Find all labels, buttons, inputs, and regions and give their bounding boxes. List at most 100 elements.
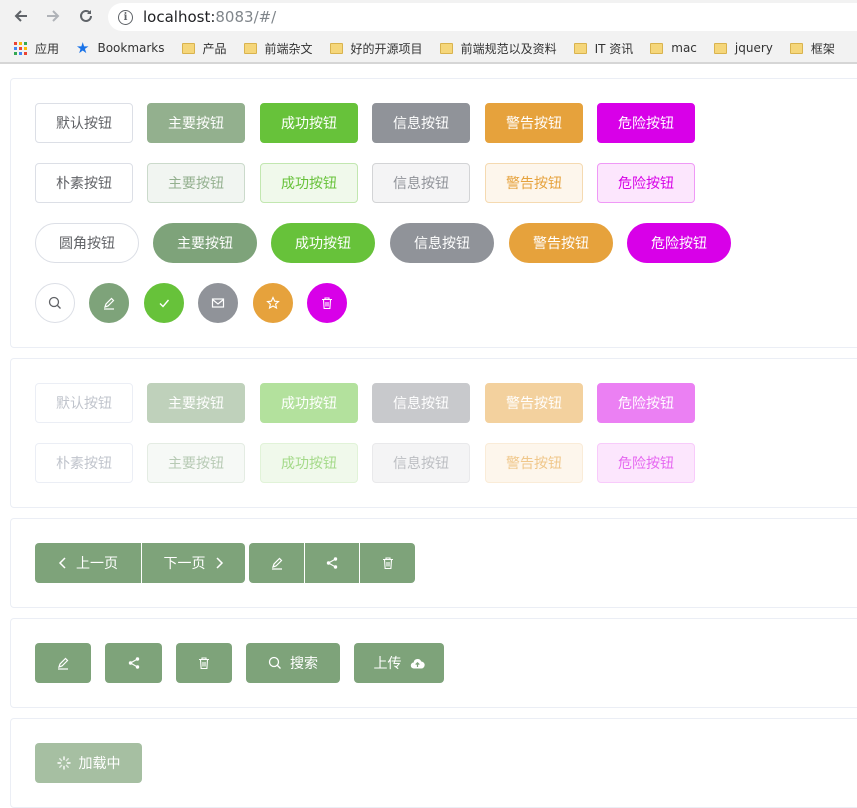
- warning-button[interactable]: 警告按钮: [485, 103, 583, 143]
- round-success-button[interactable]: 成功按钮: [271, 223, 375, 263]
- primary-button[interactable]: 主要按钮: [147, 103, 245, 143]
- info-icon[interactable]: i: [118, 9, 133, 25]
- plain-button[interactable]: 朴素按钮: [35, 163, 133, 203]
- loading-button: 加载中: [35, 743, 142, 783]
- disabled-primary-button: 主要按钮: [147, 383, 245, 423]
- share-icon: [326, 557, 338, 569]
- search-icon: [268, 656, 281, 669]
- bookmark-folder[interactable]: jquery: [713, 41, 773, 55]
- plain-success-button[interactable]: 成功按钮: [260, 163, 358, 203]
- search-button[interactable]: 搜索: [246, 643, 340, 683]
- plain-info-button[interactable]: 信息按钮: [372, 163, 470, 203]
- folder-icon: [181, 42, 195, 54]
- icon-buttons-card: 搜索 上传: [10, 618, 857, 708]
- forward-button[interactable]: [40, 4, 66, 28]
- round-primary-button[interactable]: 主要按钮: [153, 223, 257, 263]
- disabled-plain-primary-button: 主要按钮: [147, 443, 245, 483]
- share-icon: [128, 657, 139, 669]
- round-button[interactable]: 圆角按钮: [35, 223, 139, 263]
- bookmark-label: Bookmarks: [97, 41, 165, 55]
- back-button[interactable]: [8, 4, 34, 28]
- delete-icon: [322, 297, 332, 310]
- edit-icon: [58, 657, 69, 670]
- prev-page-label: 上一页: [76, 556, 118, 572]
- loading-spinner-icon: [56, 756, 71, 770]
- circle-delete-button[interactable]: [307, 283, 347, 323]
- upload-button[interactable]: 上传: [354, 643, 444, 683]
- upload-button-label: 上传: [373, 656, 402, 672]
- edit-button[interactable]: [35, 643, 91, 683]
- check-icon: [159, 299, 170, 308]
- disabled-success-button: 成功按钮: [260, 383, 358, 423]
- circle-check-button[interactable]: [144, 283, 184, 323]
- reload-icon: [80, 9, 92, 22]
- loading-button-card: 加载中: [10, 718, 857, 808]
- circle-message-button[interactable]: [198, 283, 238, 323]
- search-button-label: 搜索: [290, 656, 318, 672]
- info-button[interactable]: 信息按钮: [372, 103, 470, 143]
- circle-search-button[interactable]: [35, 283, 75, 323]
- forward-arrow-icon: [47, 10, 60, 22]
- bookmark-label: mac: [671, 41, 697, 55]
- default-button[interactable]: 默认按钮: [35, 103, 133, 143]
- plain-primary-button[interactable]: 主要按钮: [147, 163, 245, 203]
- bookmark-folder[interactable]: 前端杂文: [243, 40, 313, 57]
- bookmark-label: IT 资讯: [594, 41, 634, 56]
- round-warning-button[interactable]: 警告按钮: [509, 223, 613, 263]
- bookmark-label: 框架: [810, 41, 835, 56]
- folder-icon: [439, 42, 453, 54]
- group-delete-button[interactable]: [360, 543, 415, 583]
- bookmark-label: 前端规范以及资料: [460, 41, 557, 56]
- message-icon: [211, 298, 225, 308]
- round-info-button[interactable]: 信息按钮: [390, 223, 494, 263]
- folder-icon: [329, 42, 343, 54]
- next-page-button[interactable]: 下一页: [142, 543, 245, 583]
- bookmark-label: 应用: [35, 41, 60, 56]
- reload-button[interactable]: [73, 4, 99, 28]
- action-group: [249, 543, 415, 583]
- disabled-danger-button: 危险按钮: [597, 383, 695, 423]
- delete-button[interactable]: [176, 643, 232, 683]
- bookmark-label: 前端杂文: [264, 41, 313, 56]
- back-arrow-icon: [14, 10, 27, 22]
- circle-star-button[interactable]: [253, 283, 293, 323]
- prev-page-button[interactable]: 上一页: [35, 543, 141, 583]
- danger-button[interactable]: 危险按钮: [597, 103, 695, 143]
- round-danger-button[interactable]: 危险按钮: [627, 223, 731, 263]
- upload-cloud-icon: [410, 658, 425, 669]
- bookmark-folder[interactable]: 前端规范以及资料: [439, 40, 557, 57]
- success-button[interactable]: 成功按钮: [260, 103, 358, 143]
- folder-icon: [243, 42, 257, 54]
- chevron-right-icon: [215, 557, 223, 569]
- page-content: 默认按钮 主要按钮 成功按钮 信息按钮 警告按钮 危险按钮 朴素按钮 主要按钮 …: [0, 64, 857, 808]
- disabled-plain-warning-button: 警告按钮: [485, 443, 583, 483]
- disabled-plain-info-button: 信息按钮: [372, 443, 470, 483]
- folder-icon: [573, 42, 587, 54]
- circle-edit-button[interactable]: [89, 283, 129, 323]
- url-text: localhost:8083/#/: [143, 8, 276, 26]
- folder-icon: [789, 42, 803, 54]
- bookmark-folder[interactable]: 框架: [789, 40, 835, 57]
- apps-icon: [14, 41, 27, 55]
- bookmarks-bar: 应用 ★ Bookmarks 产品 前端杂文 好的开源项目 前端规范以及资料 I…: [0, 34, 857, 62]
- bookmark-label: jquery: [734, 41, 773, 55]
- url-host: localhost:: [143, 8, 216, 26]
- bookmark-folder[interactable]: mac: [650, 41, 697, 55]
- folder-icon: [713, 42, 727, 54]
- edit-icon: [104, 297, 115, 310]
- pagination-group: 上一页 下一页: [35, 543, 245, 583]
- share-button[interactable]: [105, 643, 162, 683]
- delete-icon: [199, 657, 209, 670]
- bookmark-folder[interactable]: IT 资讯: [573, 40, 634, 57]
- bookmark-folder[interactable]: 好的开源项目: [329, 40, 423, 57]
- plain-danger-button[interactable]: 危险按钮: [597, 163, 695, 203]
- bookmark-label: 产品: [202, 41, 227, 56]
- address-bar[interactable]: i localhost:8083/#/: [108, 3, 857, 31]
- bookmark-apps[interactable]: 应用: [14, 40, 59, 57]
- group-edit-button[interactable]: [249, 543, 304, 583]
- group-share-button[interactable]: [305, 543, 359, 583]
- bookmark-folder[interactable]: 产品: [181, 40, 227, 57]
- bookmark-bookmarks[interactable]: ★ Bookmarks: [76, 39, 165, 57]
- browser-toolbar: i localhost:8083/#/: [0, 0, 857, 34]
- plain-warning-button[interactable]: 警告按钮: [485, 163, 583, 203]
